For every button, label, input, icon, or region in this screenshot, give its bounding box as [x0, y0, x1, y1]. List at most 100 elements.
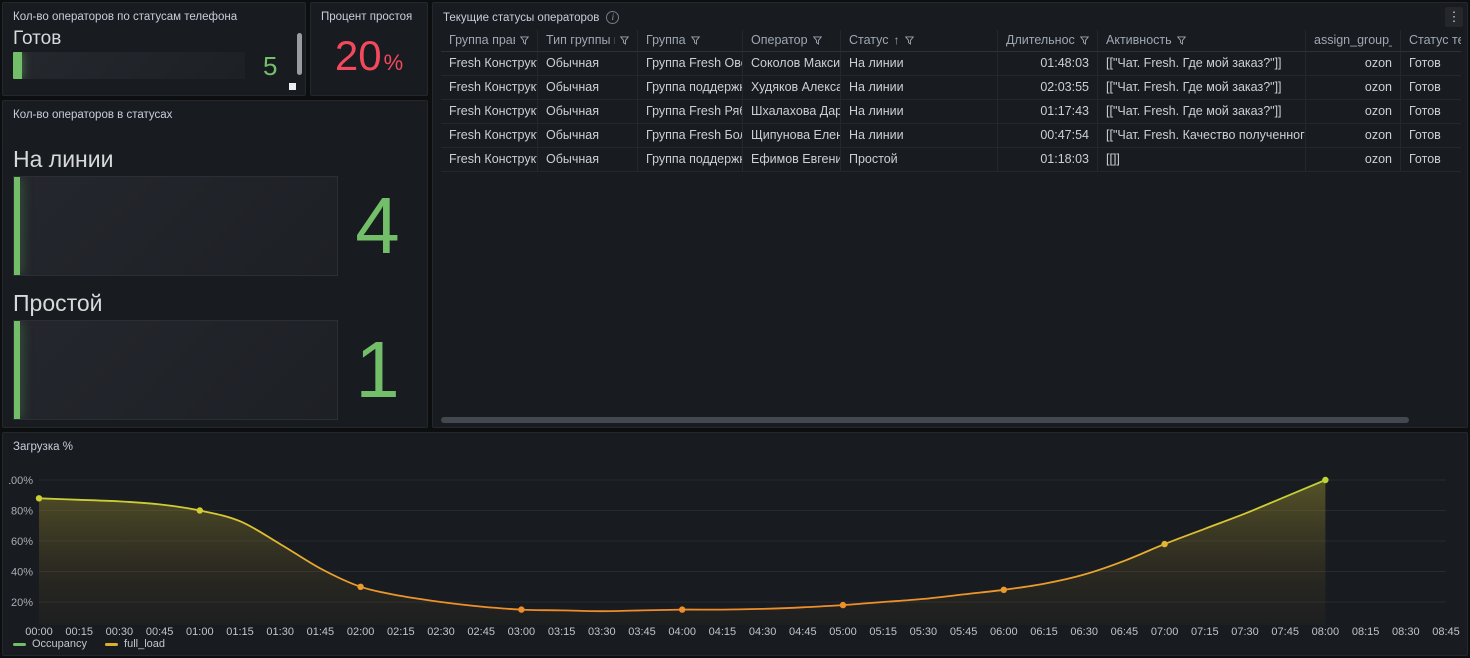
data-point[interactable] — [679, 606, 685, 612]
bar-gauge-row: 1 — [13, 320, 417, 420]
x-axis-label: 04:00 — [668, 626, 696, 638]
legend-color-mark — [13, 643, 26, 646]
panel-menu-icon[interactable]: ⋮ — [1445, 7, 1463, 27]
table-cell: Обычная — [538, 52, 638, 76]
data-point[interactable] — [1322, 477, 1328, 483]
legend-item-full_load[interactable]: full_load — [105, 638, 165, 650]
gauge-value-gotov: 5 — [263, 53, 277, 79]
data-point[interactable] — [1001, 587, 1007, 593]
x-axis-label: 01:45 — [307, 626, 335, 638]
x-axis-label: 08:00 — [1312, 626, 1340, 638]
bar-gauge-track — [13, 176, 338, 276]
table-cell: На линии — [841, 100, 998, 124]
x-axis-label: 03:00 — [508, 626, 536, 638]
column-header-label: Группа — [646, 30, 686, 51]
x-axis-label: 06:15 — [1030, 626, 1058, 638]
x-axis-label: 08:30 — [1392, 626, 1420, 638]
bar-gauge-prostoy: Простой 1 — [13, 290, 417, 420]
column-header-3[interactable]: Группа — [638, 30, 743, 52]
table-cell: Щипунова Елена — [743, 124, 841, 148]
filter-icon[interactable] — [520, 36, 529, 45]
bar-gauge-fill — [14, 321, 20, 419]
filter-icon[interactable] — [905, 36, 914, 45]
x-axis-label: 07:15 — [1191, 626, 1219, 638]
column-header-label: Группа правил — [449, 30, 515, 51]
x-axis-label: 03:15 — [548, 626, 576, 638]
table-cell: Группа Fresh Овсянк — [638, 52, 743, 76]
panel-idle-percent: Процент простоя 20 % — [310, 2, 428, 96]
legend-item-Occupancy[interactable]: Occupancy — [13, 638, 87, 650]
column-header-1[interactable]: Группа правил — [441, 30, 538, 52]
idle-percent-stat: 20 % — [311, 35, 427, 77]
data-point[interactable] — [197, 507, 203, 513]
bar-gauge-fill — [13, 52, 22, 79]
sort-ascending-icon[interactable]: ↑ — [894, 30, 900, 51]
table-cell: Группа Fresh Рябинк — [638, 100, 743, 124]
x-axis-label: 06:00 — [990, 626, 1018, 638]
data-point[interactable] — [36, 495, 42, 501]
x-axis-label: 01:30 — [266, 626, 294, 638]
table-cell: Группа поддержки Fr — [638, 76, 743, 100]
operators-table: Группа правил Тип группы прав Группа Операт… — [441, 30, 1461, 411]
x-axis-label: 01:00 — [186, 626, 214, 638]
info-icon[interactable]: i — [606, 11, 619, 24]
data-point[interactable] — [840, 602, 846, 608]
x-axis-label: 02:00 — [347, 626, 375, 638]
legend-color-mark — [105, 643, 118, 646]
gauge-value-prostoy: 1 — [338, 320, 417, 420]
x-axis-label: 08:45 — [1432, 626, 1460, 638]
table-row[interactable]: Fresh Конструктор оОбычнаяГруппа поддерж… — [441, 76, 1461, 100]
column-header-7[interactable]: Активность — [1098, 30, 1306, 52]
panel-title-status-counts[interactable]: Кол-во операторов в статусах — [3, 101, 427, 121]
table-cell: Обычная — [538, 100, 638, 124]
gauge-value-na-linii: 4 — [338, 176, 417, 276]
table-cell: ozon — [1306, 76, 1401, 100]
table-cell: Готов — [1401, 76, 1461, 100]
panel-status-counts: Кол-во операторов в статусах На линии 4 … — [2, 100, 428, 428]
gauge-label-prostoy: Простой — [13, 290, 417, 316]
horizontal-scrollbar-thumb[interactable] — [441, 417, 1409, 423]
x-axis-label: 07:30 — [1231, 626, 1259, 638]
table-cell: Обычная — [538, 124, 638, 148]
filter-icon[interactable] — [813, 36, 822, 45]
column-header-label: Активность — [1106, 30, 1172, 51]
table-cell: Ефимов Евгений — [743, 148, 841, 172]
x-axis-label: 03:30 — [588, 626, 616, 638]
x-axis-label: 06:45 — [1111, 626, 1139, 638]
panel-title-operators-table[interactable]: Текущие статусы операторов — [443, 12, 599, 24]
panel-title-idle-percent[interactable]: Процент простоя — [311, 3, 427, 23]
filter-icon[interactable] — [620, 36, 629, 45]
column-header-8[interactable]: assign_group_ticl — [1306, 30, 1401, 52]
scrollbar-corner — [289, 83, 296, 90]
bar-gauge-track — [13, 52, 245, 79]
x-axis-label: 00:15 — [65, 626, 93, 638]
column-header-5[interactable]: Статус↑ — [841, 30, 998, 52]
table-row[interactable]: Fresh Конструктор оОбычнаяГруппа Fresh О… — [441, 52, 1461, 76]
table-row[interactable]: Fresh Конструктор оОбычнаяГруппа поддерж… — [441, 148, 1461, 172]
x-axis-label: 07:45 — [1271, 626, 1299, 638]
column-header-4[interactable]: Оператор — [743, 30, 841, 52]
x-axis-label: 05:00 — [829, 626, 857, 638]
table-cell: Fresh Конструктор о — [441, 52, 538, 76]
filter-icon[interactable] — [1177, 36, 1186, 45]
table-cell: [["Чат. Fresh. Где мой заказ?"]] — [1098, 100, 1306, 124]
table-row[interactable]: Fresh Конструктор оОбычнаяГруппа Fresh Б… — [441, 124, 1461, 148]
column-header-2[interactable]: Тип группы прав — [538, 30, 638, 52]
data-point[interactable] — [518, 606, 524, 612]
table-cell: 01:48:03 — [998, 52, 1098, 76]
column-header-label: Статус — [849, 30, 889, 51]
table-row[interactable]: Fresh Конструктор оОбычнаяГруппа Fresh Р… — [441, 100, 1461, 124]
table-cell: Fresh Конструктор о — [441, 148, 538, 172]
column-header-label: Оператор — [751, 30, 808, 51]
vertical-scrollbar-thumb[interactable] — [297, 33, 302, 75]
table-cell: [["Чат. Fresh. Качество полученного това… — [1098, 124, 1306, 148]
filter-icon[interactable] — [1080, 36, 1089, 45]
panel-title-phone-statuses[interactable]: Кол-во операторов по статусам телефона — [3, 3, 305, 23]
data-point[interactable] — [1161, 541, 1167, 547]
table-cell: На линии — [841, 52, 998, 76]
data-point[interactable] — [357, 584, 363, 590]
column-header-9[interactable]: Статус тел — [1401, 30, 1461, 52]
column-header-6[interactable]: Длительность — [998, 30, 1098, 52]
panel-title-load-chart[interactable]: Загрузка % — [3, 433, 1467, 453]
filter-icon[interactable] — [691, 36, 700, 45]
